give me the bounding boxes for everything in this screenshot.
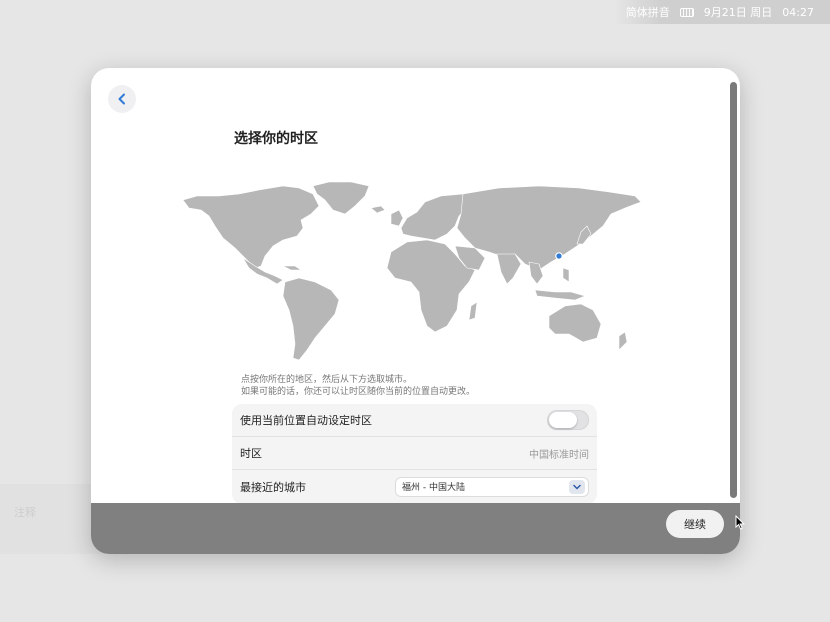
keyboard-icon[interactable] <box>679 7 694 17</box>
instruction-text: 点按你所在的地区，然后从下方选取城市。 如果可能的话，你还可以让时区随你当前的位… <box>241 374 475 398</box>
map-region-europe <box>400 193 470 241</box>
map-region-new-zealand <box>618 331 628 351</box>
instruction-line-1: 点按你所在的地区，然后从下方选取城市。 <box>241 375 413 385</box>
map-region-north-america <box>182 185 320 269</box>
map-region-caribbean <box>282 265 302 271</box>
background-panel-text: 注释 <box>14 506 36 519</box>
nearest-city-select[interactable]: 福州 - 中国大陆 <box>395 476 589 497</box>
map-region-greenland <box>312 181 370 215</box>
page-title: 选择你的时区 <box>234 131 318 147</box>
scrollbar[interactable] <box>730 82 737 498</box>
menu-bar-time[interactable]: 04:27 <box>782 6 814 19</box>
auto-timezone-toggle[interactable] <box>547 410 589 430</box>
map-region-philippines <box>562 267 570 283</box>
chevron-left-icon <box>118 93 125 105</box>
map-region-indonesia <box>534 289 586 301</box>
map-region-iceland <box>370 205 386 214</box>
map-region-uk <box>390 209 404 227</box>
footer-bar: 继续 <box>91 503 740 554</box>
timezone-row: 时区 中国标准时间 <box>232 437 597 470</box>
continue-button[interactable]: 继续 <box>666 510 724 538</box>
timezone-label: 时区 <box>240 447 262 460</box>
menu-bar: 简体拼音 9月21日 周日 04:27 <box>613 0 830 24</box>
map-region-australia <box>548 303 602 343</box>
map-region-south-america <box>282 277 340 361</box>
setup-window: 选择你的时区 点按你所在的地区，然后从下方选取城市。 如果可能的话，你还可以让时… <box>91 68 740 554</box>
nearest-city-row: 最接近的城市 福州 - 中国大陆 <box>232 470 597 503</box>
nearest-city-label: 最接近的城市 <box>240 480 306 494</box>
instruction-line-2: 如果可能的话，你还可以让时区随你当前的位置自动更改。 <box>241 387 476 397</box>
chevron-down-icon <box>569 479 585 494</box>
mouse-cursor-icon <box>735 515 745 530</box>
input-method-menu[interactable]: 简体拼音 <box>626 4 670 20</box>
timezone-value: 中国标准时间 <box>529 449 589 461</box>
selected-location-marker <box>555 252 563 260</box>
nearest-city-value: 福州 - 中国大陆 <box>402 483 465 493</box>
back-button[interactable] <box>108 85 136 113</box>
map-region-india <box>496 253 522 285</box>
auto-timezone-row: 使用当前位置自动设定时区 <box>232 404 597 437</box>
map-region-central-america <box>242 257 284 285</box>
auto-timezone-label: 使用当前位置自动设定时区 <box>240 414 372 427</box>
toggle-knob <box>549 412 577 428</box>
world-map[interactable] <box>179 180 649 364</box>
menu-bar-date[interactable]: 9月21日 周日 <box>704 4 773 20</box>
timezone-settings-card: 使用当前位置自动设定时区 时区 中国标准时间 最接近的城市 福州 - 中国大陆 <box>232 404 597 504</box>
map-region-madagascar <box>468 301 478 321</box>
